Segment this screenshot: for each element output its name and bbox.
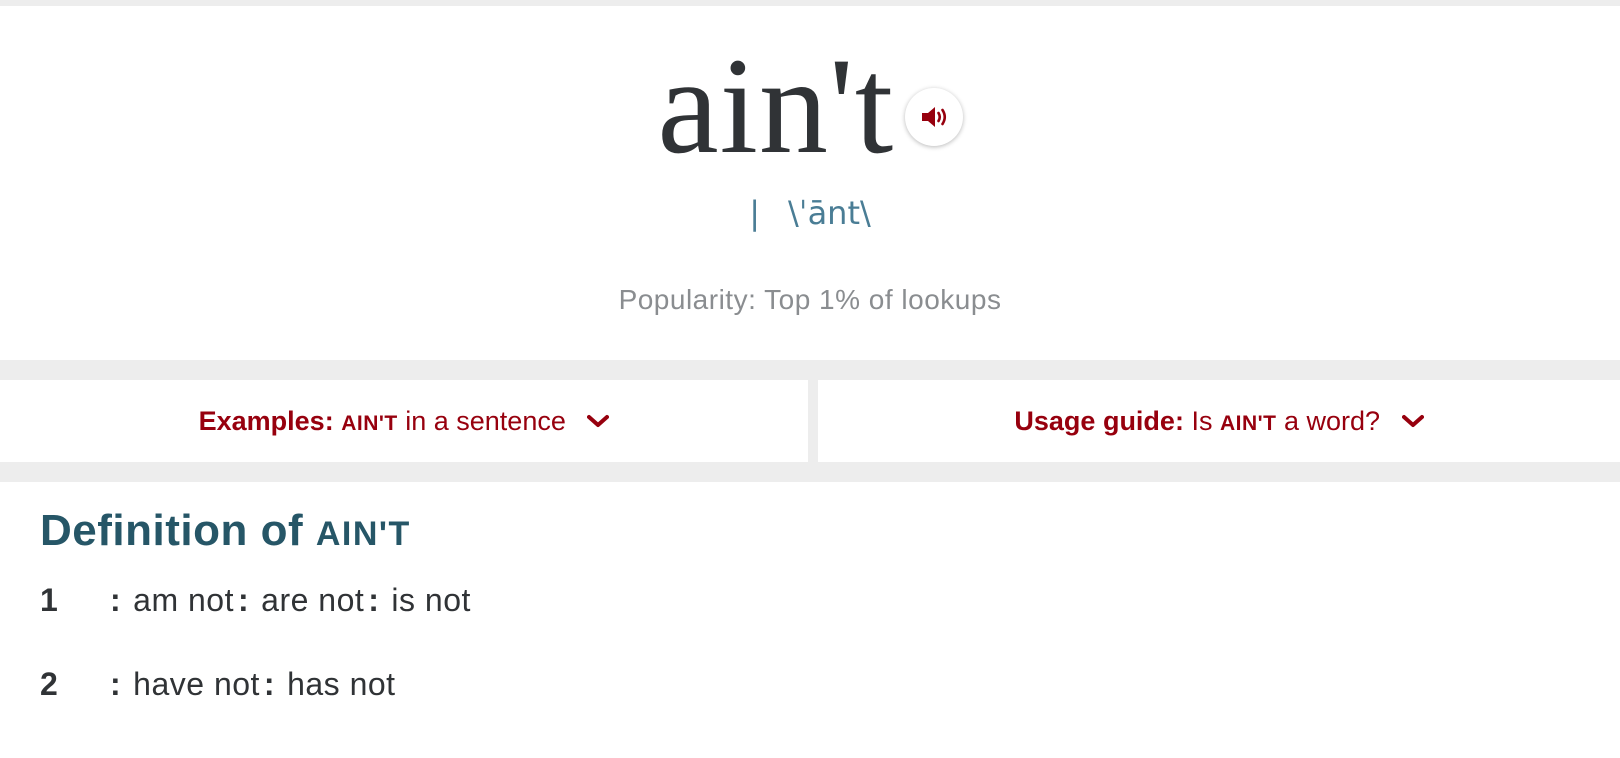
sense-text: am not	[133, 582, 234, 618]
sense-text: are not	[261, 582, 365, 618]
pronunciation-separator: |	[749, 194, 760, 232]
popularity-text: Popularity: Top 1% of lookups	[618, 284, 1002, 315]
definition-section: Definition of AIN'T 1: am not: are not: is …	[0, 482, 1620, 758]
definition-title: Definition of AIN'T	[40, 506, 411, 556]
headword-row: ain't	[0, 36, 1620, 176]
examples-toggle[interactable]: Examples: AIN'T in a sentence	[0, 380, 808, 462]
examples-label: Examples:	[198, 406, 334, 436]
sense-text: have not	[133, 666, 260, 702]
sense-2: 2: have not: has not	[40, 666, 396, 702]
speaker-icon	[921, 107, 946, 127]
usage-guide-label: Usage guide:	[1014, 406, 1184, 436]
sense-number: 2	[40, 666, 59, 702]
pronunciation-row: | \ˈānt\	[0, 194, 1620, 232]
sense-text: has not	[287, 666, 396, 702]
word-header: ain't | \ˈānt\ Popularity: Top 1% of look…	[0, 6, 1620, 360]
examples-text: in a sentence	[405, 406, 566, 436]
usage-guide-toggle[interactable]: Usage guide: Is AIN'T a word?	[818, 380, 1620, 462]
definition-title-word: AIN'T	[315, 515, 411, 553]
usage-guide-word: AIN'T	[1219, 412, 1277, 435]
examples-word: AIN'T	[341, 412, 398, 435]
usage-guide-text: a word?	[1284, 406, 1381, 436]
sense-1: 1: am not: are not: is not	[40, 582, 471, 618]
chevron-down-icon	[1401, 414, 1424, 427]
play-pronunciation-button[interactable]	[904, 88, 963, 146]
headword: ain't	[657, 29, 895, 182]
sense-text: is not	[391, 582, 471, 618]
chevron-down-icon	[587, 414, 610, 427]
pronunciation: \ˈānt\	[787, 194, 871, 232]
usage-guide-pre: Is	[1191, 406, 1213, 436]
definition-title-prefix: Definition of	[40, 506, 304, 555]
sense-number: 1	[40, 582, 59, 618]
